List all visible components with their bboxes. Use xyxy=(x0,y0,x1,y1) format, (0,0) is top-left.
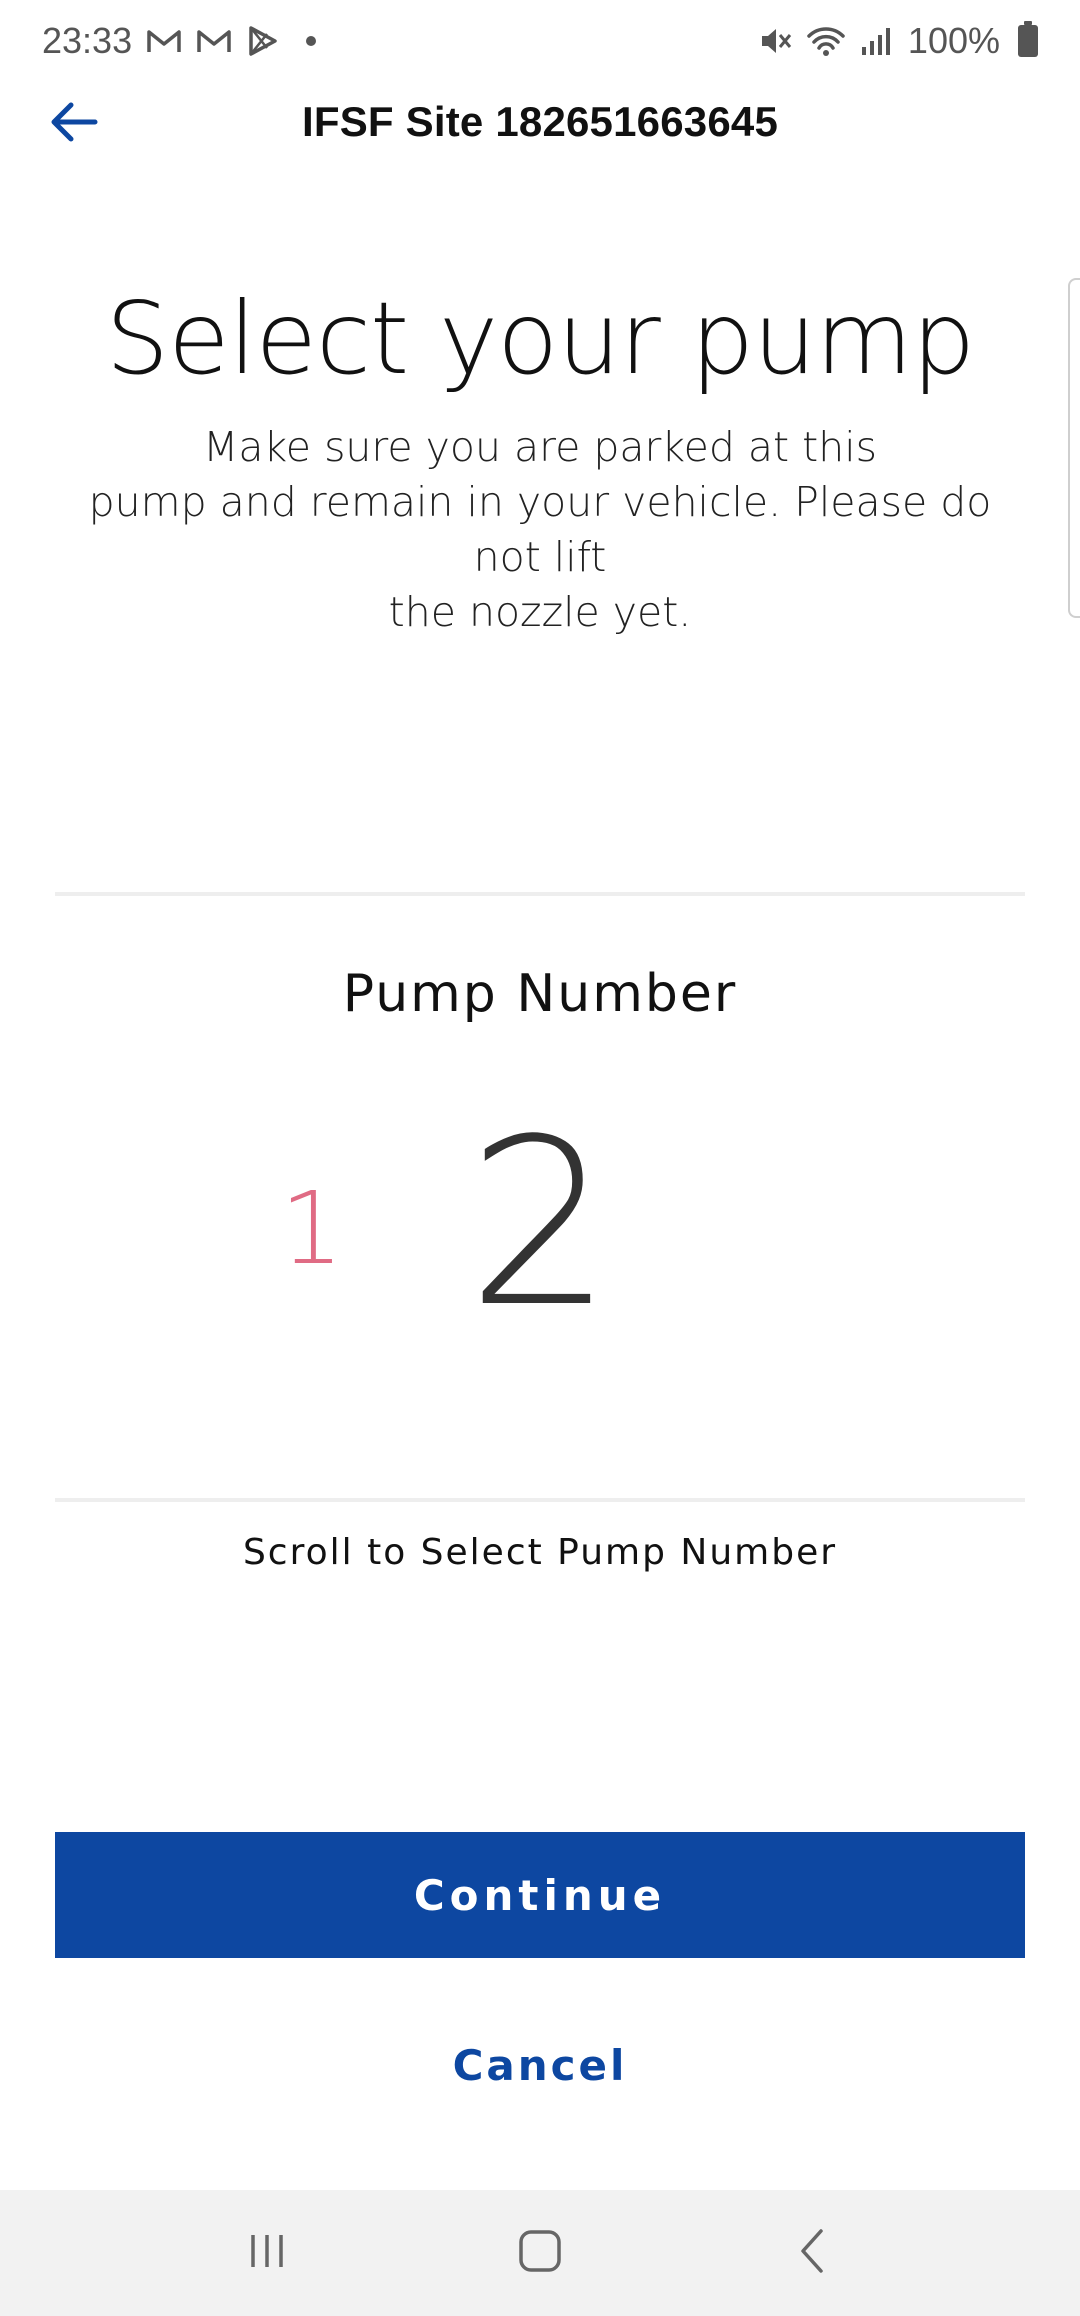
status-right: 100% xyxy=(758,20,1038,62)
status-left: 23:33 xyxy=(42,20,317,62)
status-time: 23:33 xyxy=(42,20,133,61)
mute-icon xyxy=(758,25,792,57)
play-store-icon xyxy=(246,25,278,57)
gmail-icon xyxy=(146,27,182,55)
page-title: IFSF Site 182651663645 xyxy=(301,98,779,145)
wifi-icon xyxy=(806,25,846,57)
instructions-line: the nozzle yet. xyxy=(388,588,692,636)
instructions-line: Make sure you are parked at this xyxy=(203,423,877,471)
status-bar: 23:33 100% xyxy=(0,0,1080,82)
notification-dot xyxy=(306,36,317,46)
home-icon xyxy=(516,2227,564,2280)
picker-option-previous[interactable]: 1 xyxy=(280,1170,344,1287)
divider xyxy=(55,1498,1025,1502)
continue-button[interactable]: Continue xyxy=(55,1832,1025,1958)
battery-icon xyxy=(1018,21,1038,57)
instructions-text: Make sure you are parked at this pump an… xyxy=(60,420,1020,640)
instructions-line: pump and remain in your vehicle. Please … xyxy=(88,478,992,581)
app-bar: IFSF Site 182651663645 xyxy=(0,82,1080,162)
divider xyxy=(55,892,1025,896)
signal-icon xyxy=(860,25,894,57)
gmail-icon xyxy=(196,27,232,55)
arrow-left-icon xyxy=(49,100,99,149)
recent-apps-icon xyxy=(245,2229,289,2278)
cancel-button[interactable]: Cancel xyxy=(340,2030,740,2100)
picker-hint: Scroll to Select Pump Number xyxy=(242,1532,838,1573)
screen: 23:33 100% IFSF Site 182651663645 Select… xyxy=(0,0,1080,2316)
picker-label: Pump Number xyxy=(342,964,738,1024)
home-button[interactable] xyxy=(495,2208,585,2298)
navigation-bar xyxy=(0,2190,1080,2316)
picker-selected-value[interactable]: 2 xyxy=(440,1110,640,1340)
back-icon xyxy=(793,2227,833,2280)
heading: Select your pump xyxy=(105,280,976,397)
system-back-button[interactable] xyxy=(768,2208,858,2298)
recent-apps-button[interactable] xyxy=(222,2208,312,2298)
back-button[interactable] xyxy=(44,96,104,152)
battery-percentage: 100% xyxy=(907,20,1000,61)
